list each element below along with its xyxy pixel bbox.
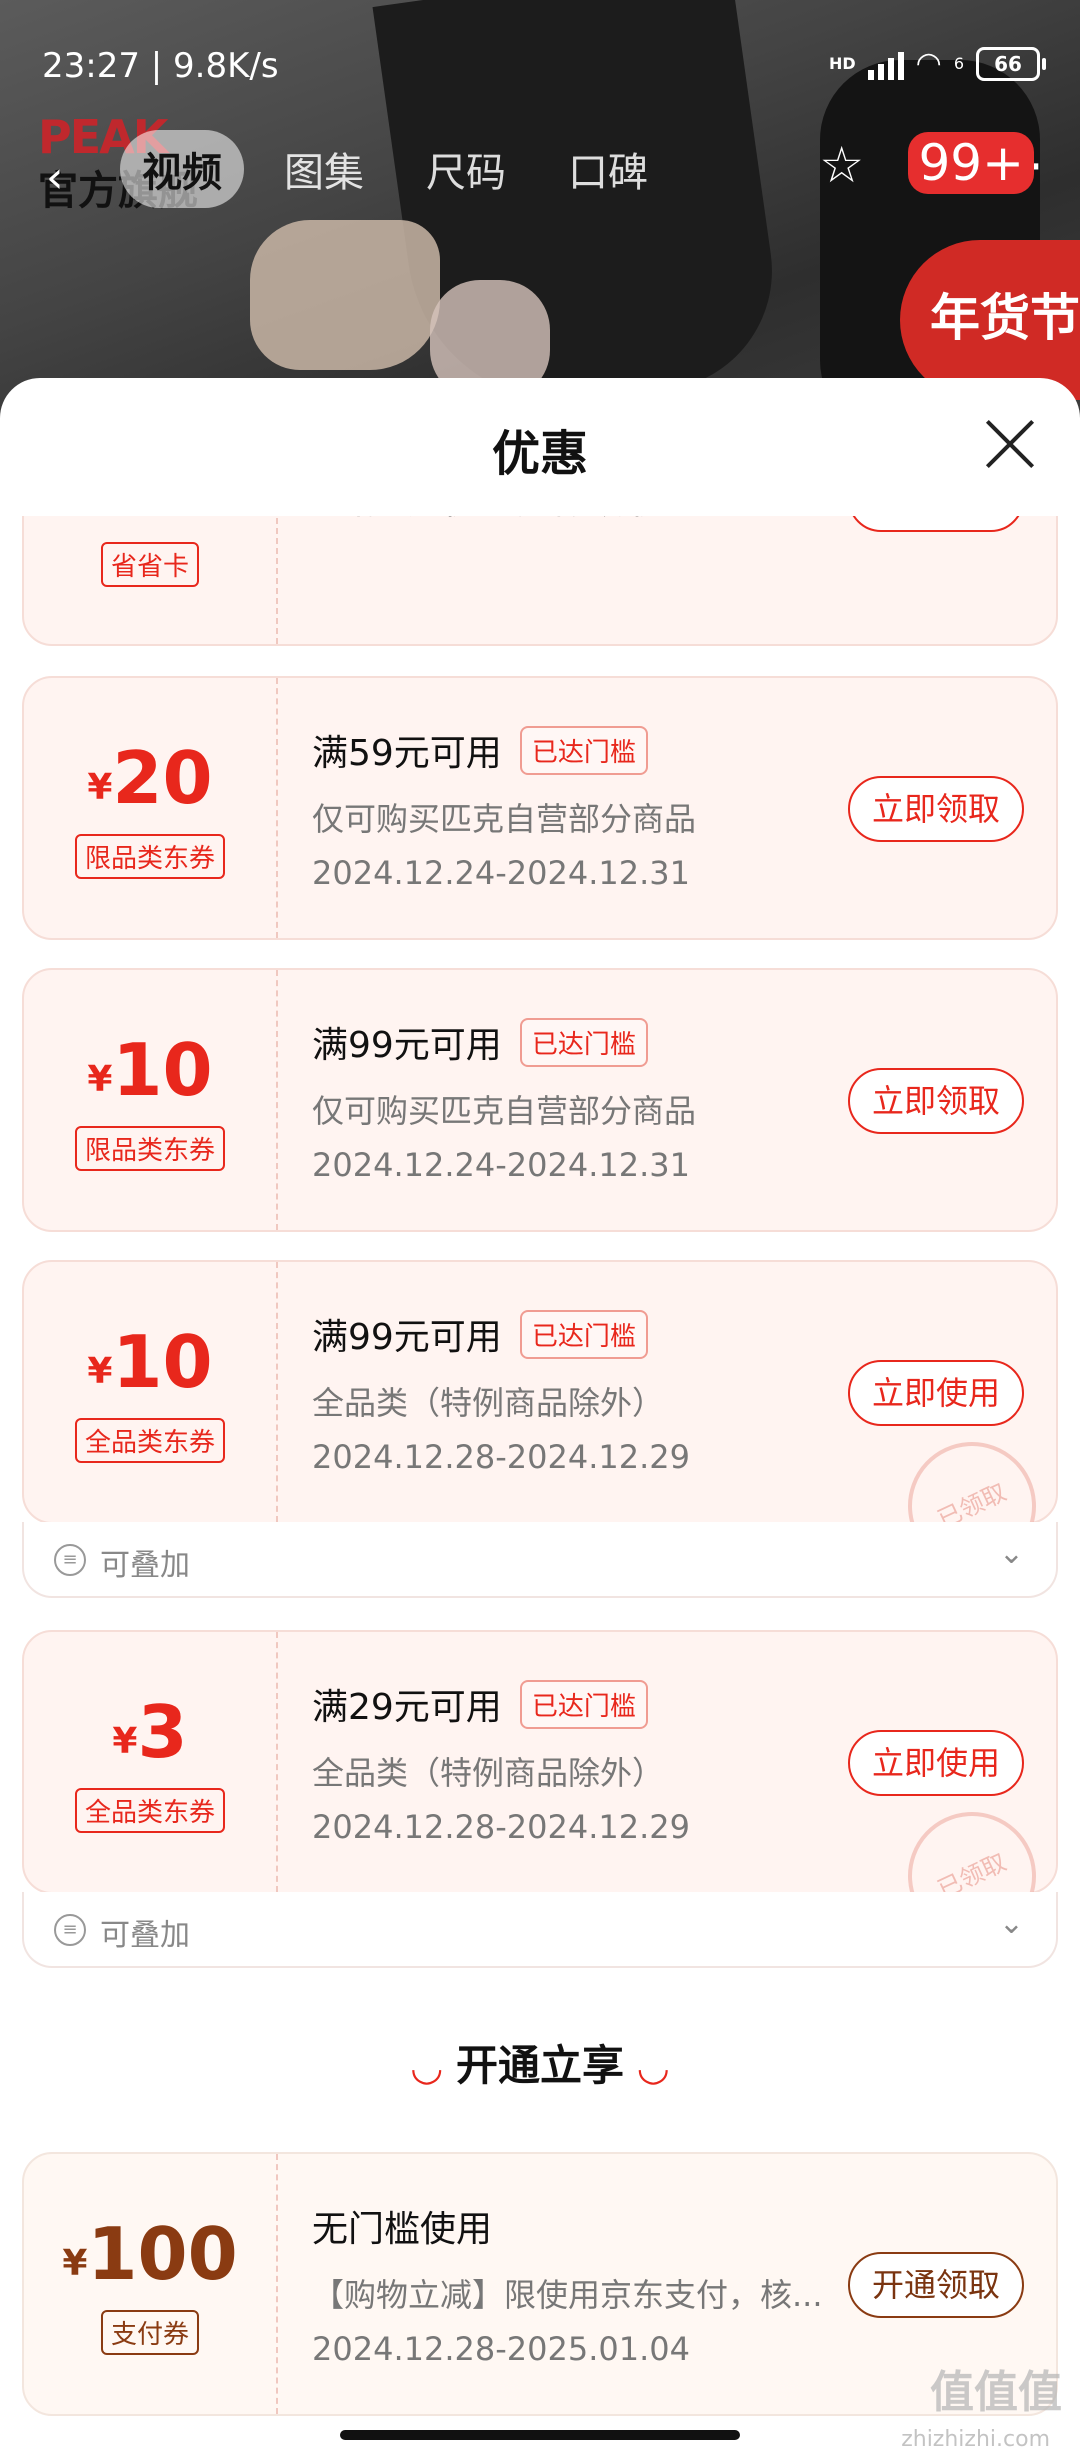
tab-gallery[interactable]: 图集 (262, 130, 386, 208)
use-now-button[interactable]: 立即使用 (848, 1730, 1024, 1796)
message-badge: 99+ (908, 132, 1034, 194)
coupon-date: 2024.12.28-2024.12.29 (312, 1438, 690, 1476)
activate-claim-button[interactable]: 开通领取 (848, 2252, 1024, 2318)
chevron-down-icon[interactable]: ⌄ (999, 1536, 1024, 1571)
coupon-desc: 您有5元优惠券待领取 (312, 516, 856, 524)
signal-icon (867, 48, 904, 80)
coupon-date: 2024.12.24-2024.12.31 (312, 1146, 690, 1184)
chevron-down-icon[interactable]: ⌄ (999, 1906, 1024, 1941)
coupon-desc: 全品类（特例商品除外） (312, 1384, 665, 1422)
coupon-card: ¥3 全品类东券 满29元可用 已达门槛 全品类（特例商品除外） 2024.12.… (22, 1630, 1058, 1962)
coupon-card: ¥10 全品类东券 满99元可用 已达门槛 全品类（特例商品除外） 2024.12… (22, 1260, 1058, 1592)
tab-reviews[interactable]: 口碑 (546, 130, 670, 208)
tab-size[interactable]: 尺码 (404, 130, 528, 208)
coupon-condition: 无门槛使用 (312, 2209, 493, 2250)
new-year-festival-banner[interactable]: 年货节 (900, 240, 1080, 400)
coupon-type-tag: 省省卡 (100, 542, 200, 587)
threshold-reached-badge: 已达门槛 (519, 1018, 648, 1067)
back-arrow-icon[interactable]: ‹ (46, 152, 64, 203)
top-actions: ☆ ➦ ⋯ 99+ (819, 132, 1044, 194)
coupon-type-tag: 支付券 (100, 2310, 200, 2355)
tab-video[interactable]: 视频 (120, 130, 244, 208)
coupon-amount: ¥3 (112, 1690, 188, 1774)
stack-icon: ≡ (54, 1544, 86, 1576)
wifi-icon: ◠ (915, 46, 942, 81)
home-indicator[interactable] (340, 2430, 740, 2440)
coupon-card-partial: 省省卡 您有5元优惠券待领取 点击领取 (22, 516, 1058, 646)
smile-left-icon: ◡ (412, 2045, 442, 2089)
coupon-type-tag: 全品类东券 (74, 1418, 226, 1463)
wifi-sub: 6 (953, 54, 964, 73)
section-title: ◡ 开通立享 ◡ (412, 2041, 668, 2090)
coupon-type-tag: 限品类东券 (74, 1126, 226, 1171)
threshold-reached-badge: 已达门槛 (519, 1310, 648, 1359)
coupon-condition: 满99元可用 (312, 1025, 502, 1066)
coupon-amount: ¥10 (87, 1320, 213, 1404)
coupon-type-tag: 全品类东券 (74, 1788, 226, 1833)
coupon-date: 2024.12.28-2024.12.29 (312, 1808, 690, 1846)
claim-now-button[interactable]: 立即领取 (848, 1068, 1024, 1134)
claim-button[interactable]: 点击领取 (848, 516, 1024, 532)
coupon-condition: 满29元可用 (312, 1687, 502, 1728)
coupon-amount: ¥10 (87, 1028, 213, 1112)
close-icon[interactable] (984, 418, 1036, 470)
coupon-amount: ¥100 (62, 2212, 238, 2296)
hd-indicator: HD (828, 54, 856, 73)
coupon-date: 2024.12.24-2024.12.31 (312, 854, 690, 892)
stackable-row[interactable]: ≡ 可叠加 ⌄ (22, 1522, 1058, 1598)
threshold-reached-badge: 已达门槛 (519, 1680, 648, 1729)
coupon-card: ¥20 限品类东券 满59元可用 已达门槛 仅可购买匹克自营部分商品 2024.1… (22, 676, 1058, 940)
coupon-desc: 仅可购买匹克自营部分商品 (312, 1092, 697, 1130)
claim-now-button[interactable]: 立即领取 (848, 776, 1024, 842)
vip-coupon-card: ¥100 支付券 无门槛使用 【购物立减】限使用京东支付，核... 2024.1… (22, 2152, 1058, 2416)
smile-right-icon: ◡ (638, 2045, 668, 2089)
product-image-hand (250, 220, 440, 370)
threshold-reached-badge: 已达门槛 (519, 726, 648, 775)
favorite-star-icon[interactable]: ☆ (819, 136, 864, 194)
use-now-button[interactable]: 立即使用 (848, 1360, 1024, 1426)
coupon-card: ¥10 限品类东券 满99元可用 已达门槛 仅可购买匹克自营部分商品 2024.1… (22, 968, 1058, 1232)
watermark: 值值值 (930, 2367, 1062, 2418)
coupon-desc: 全品类（特例商品除外） (312, 1754, 665, 1792)
coupon-condition: 满59元可用 (312, 733, 502, 774)
stackable-label: 可叠加 (100, 1548, 190, 1583)
coupon-date: 2024.12.28-2025.01.04 (312, 2330, 690, 2368)
coupon-list[interactable]: 省省卡 您有5元优惠券待领取 点击领取 ¥20 限品类东券 满59元可用已达门槛… (0, 516, 1080, 2460)
coupon-condition: 满99元可用 (312, 1317, 502, 1358)
sheet-title: 优惠 (491, 426, 588, 482)
coupon-type-tag: 限品类东券 (74, 834, 226, 879)
coupon-desc: 仅可购买匹克自营部分商品 (312, 800, 697, 838)
coupon-desc: 【购物立减】限使用京东支付，核... (312, 2276, 823, 2314)
stackable-row[interactable]: ≡ 可叠加 ⌄ (22, 1892, 1058, 1968)
coupon-sheet: 优惠 省省卡 您有5元优惠券待领取 点击领取 ¥20 限品类东券 满59元可用已… (0, 378, 1080, 2460)
stackable-label: 可叠加 (100, 1918, 190, 1953)
stack-icon: ≡ (54, 1914, 86, 1946)
coupon-amount: ¥20 (87, 736, 213, 820)
battery-icon: 66 (976, 46, 1046, 81)
watermark-url: zhizhizhi.com (901, 2427, 1050, 2452)
top-nav: ‹ 视频 图集 尺码 口碑 ☆ ➦ ⋯ 99+ (0, 130, 1080, 210)
status-bar: 23:27 | 9.8K/s HD ◠ 6 66 (42, 46, 1046, 90)
status-time: 23:27 | 9.8K/s (42, 46, 279, 86)
media-tabs: 视频 图集 尺码 口碑 (120, 130, 670, 208)
